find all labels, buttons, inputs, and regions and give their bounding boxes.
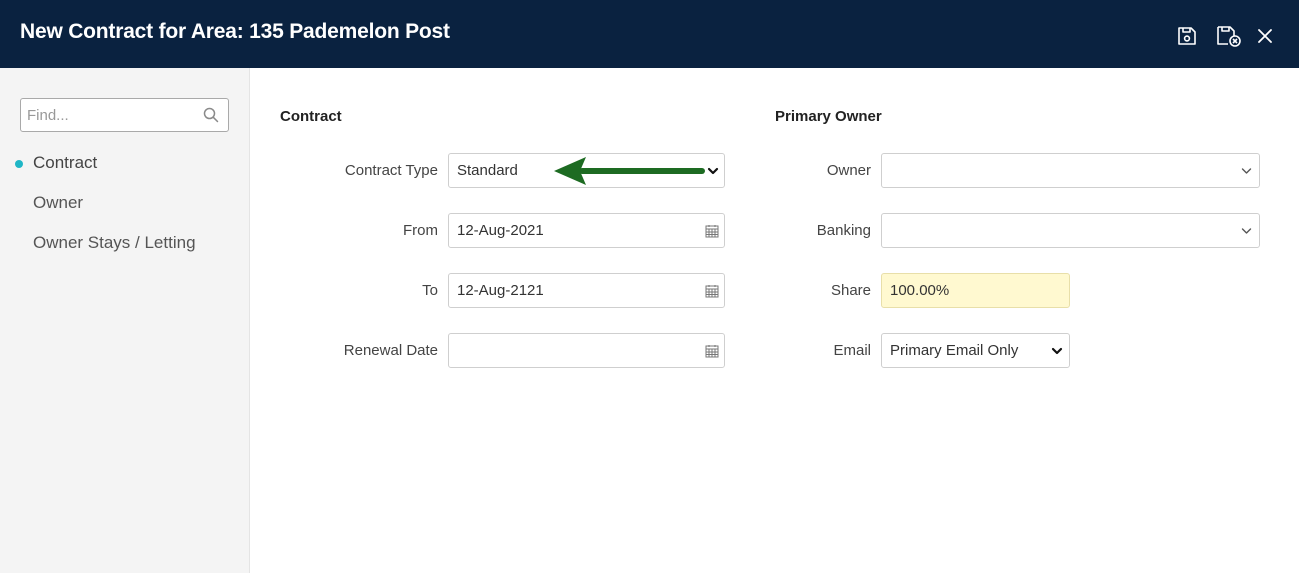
annotation-arrow-icon — [554, 157, 705, 185]
window-header: New Contract for Area: 135 Pademelon Pos… — [0, 0, 1299, 68]
share-label: Share — [830, 282, 871, 299]
calendar-icon[interactable] — [705, 284, 719, 298]
search-icon[interactable] — [203, 107, 219, 123]
renewal-date-field[interactable] — [448, 333, 725, 368]
email-value: Primary Email Only — [890, 342, 1019, 359]
find-box — [20, 98, 229, 132]
window-title: New Contract for Area: 135 Pademelon Pos… — [20, 20, 450, 43]
sidebar — [0, 68, 250, 573]
contract-type-label: Contract Type — [344, 162, 438, 179]
chevron-down-icon — [1241, 168, 1252, 174]
share-input[interactable]: 100.00% — [881, 273, 1070, 308]
chevron-down-icon — [1241, 228, 1252, 234]
renewal-date-label: Renewal Date — [343, 342, 438, 359]
from-label: From — [403, 222, 438, 239]
find-input[interactable] — [21, 99, 196, 131]
sidebar-item-owner-stays-letting[interactable]: Owner Stays / Letting — [33, 233, 196, 253]
sidebar-item-owner[interactable]: Owner — [33, 193, 83, 213]
owner-select[interactable] — [881, 153, 1260, 188]
close-button[interactable] — [1253, 24, 1277, 48]
chevron-down-icon — [707, 167, 719, 175]
banking-select[interactable] — [881, 213, 1260, 248]
primary-owner-section-title: Primary Owner — [775, 108, 882, 125]
save-and-close-button[interactable] — [1215, 24, 1243, 48]
owner-label: Owner — [826, 162, 871, 179]
to-label: To — [422, 282, 438, 299]
email-select[interactable]: Primary Email Only — [881, 333, 1070, 368]
banking-label: Banking — [816, 222, 871, 239]
close-icon — [1258, 29, 1272, 43]
active-indicator-dot — [15, 160, 23, 168]
chevron-down-icon — [1051, 347, 1063, 355]
email-label: Email — [833, 342, 871, 359]
save-icon — [1178, 27, 1196, 45]
contract-section-title: Contract — [280, 108, 342, 125]
sidebar-item-contract[interactable]: Contract — [33, 153, 97, 173]
save-close-icon — [1217, 26, 1241, 47]
save-button[interactable] — [1175, 24, 1199, 48]
calendar-icon[interactable] — [705, 224, 719, 238]
to-date-value: 12-Aug-2121 — [457, 282, 544, 299]
calendar-icon[interactable] — [705, 344, 719, 358]
contract-type-value: Standard — [457, 162, 518, 179]
from-date-field[interactable]: 12-Aug-2021 — [448, 213, 725, 248]
from-date-value: 12-Aug-2021 — [457, 222, 544, 239]
share-value: 100.00% — [890, 282, 950, 299]
to-date-field[interactable]: 12-Aug-2121 — [448, 273, 725, 308]
